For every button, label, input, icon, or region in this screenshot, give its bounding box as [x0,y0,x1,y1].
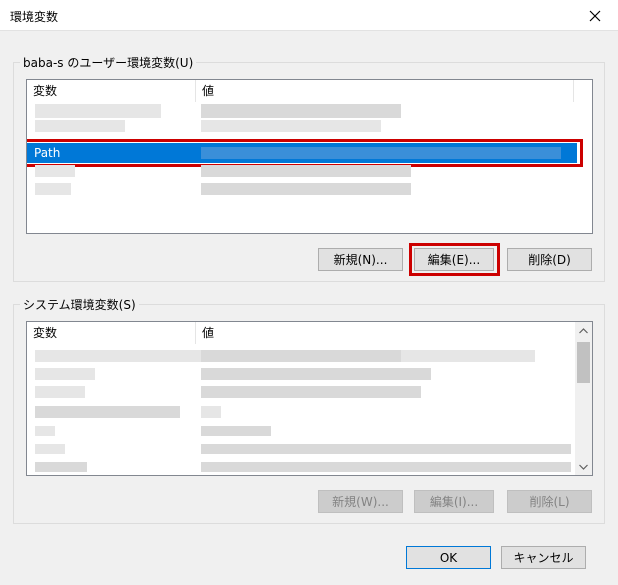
list-item-value [201,462,571,472]
scroll-thumb[interactable] [577,342,590,383]
list-item-value [201,165,411,177]
system-new-button[interactable]: 新規(W)... [318,490,403,513]
list-item[interactable] [35,426,55,436]
list-item[interactable] [35,104,161,118]
window-title: 環境変数 [10,10,59,24]
close-icon [589,10,601,21]
list-item-value [201,183,411,195]
list-item[interactable] [35,444,65,454]
column-header-value[interactable]: 値 [196,80,574,102]
scroll-up-icon [579,327,588,333]
system-variables-list[interactable]: 変数 値 [26,321,593,476]
column-header-variable[interactable]: 変数 [27,322,196,344]
list-item-value [201,386,421,398]
title-bar: 環境変数 [0,0,618,31]
list-item-value [201,368,431,380]
list-header: 変数 値 [27,80,592,102]
system-variables-label: システム環境変数(S) [20,296,139,313]
list-item[interactable] [35,462,87,472]
user-delete-button[interactable]: 削除(D) [507,248,592,271]
cancel-button[interactable]: キャンセル [501,546,586,569]
list-item-value [201,426,271,436]
list-item-value [201,444,571,454]
user-new-button[interactable]: 新規(N)... [318,248,403,271]
system-edit-button[interactable]: 編集(I)... [414,490,494,513]
user-variables-label: baba-s のユーザー環境変数(U) [20,54,197,71]
column-header-variable[interactable]: 変数 [27,80,196,102]
edit-highlight-box [409,243,500,276]
list-item[interactable] [35,386,85,398]
list-item-value [201,406,221,418]
list-item-value [201,350,401,362]
scroll-down-button[interactable] [575,458,592,475]
user-variables-list[interactable]: 変数 値 Path [26,79,593,234]
close-button[interactable] [572,0,618,31]
scroll-down-icon [579,464,588,470]
list-item[interactable] [35,183,71,195]
list-item[interactable] [35,406,180,418]
column-header-value[interactable]: 値 [196,322,576,344]
path-highlight-box [27,139,583,167]
scroll-up-button[interactable] [575,322,592,339]
list-item[interactable] [35,120,125,132]
system-delete-button[interactable]: 削除(L) [507,490,592,513]
list-header: 変数 値 [27,322,592,344]
list-item[interactable] [35,368,95,380]
list-item[interactable] [35,165,75,177]
list-item-value [201,120,381,132]
list-item-value [201,104,401,118]
scrollbar[interactable] [575,322,592,475]
ok-button[interactable]: OK [406,546,491,569]
